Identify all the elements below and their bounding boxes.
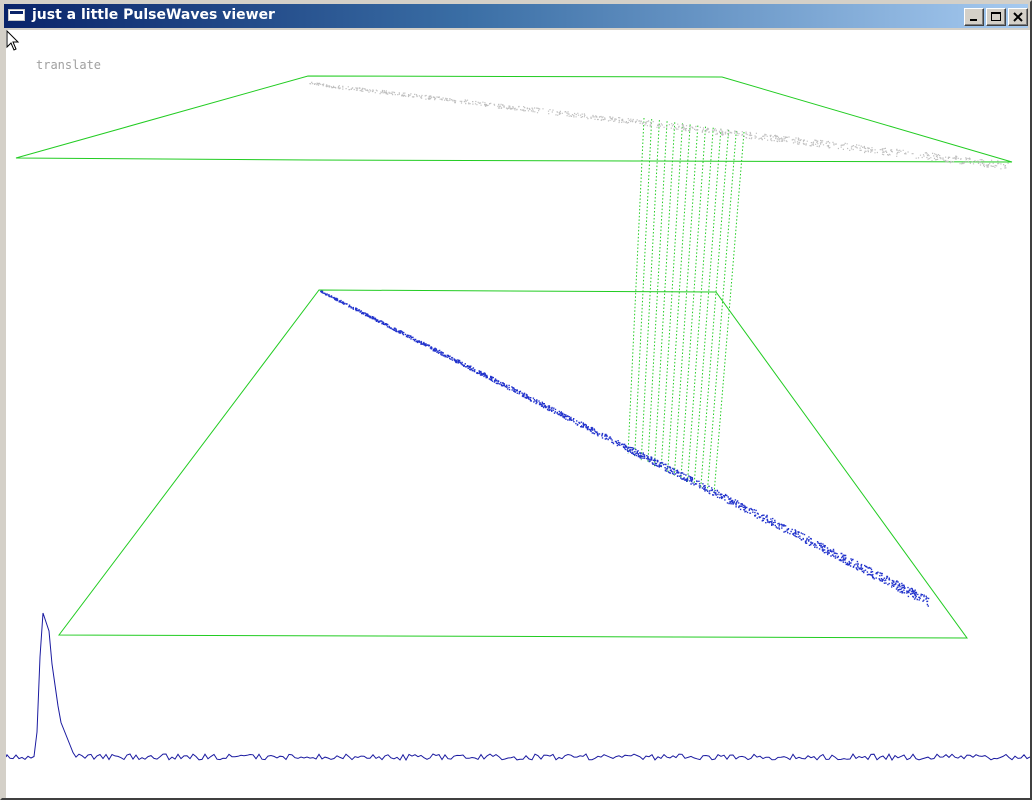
top-bounding-box [15, 75, 1013, 163]
pulse-line [706, 130, 737, 491]
bottom-box-outline [57, 289, 968, 639]
bottom-points [320, 290, 930, 607]
pulse-line [680, 126, 707, 479]
app-window: just a little PulseWaves viewer translat… [0, 0, 1032, 800]
title-bar[interactable]: just a little PulseWaves viewer [4, 4, 1028, 28]
pulse-line [627, 117, 645, 455]
pulse-line [634, 119, 653, 458]
minimize-icon [970, 19, 977, 21]
pulse-line [687, 127, 714, 482]
mouse-cursor-icon [6, 30, 20, 51]
maximize-button[interactable] [986, 8, 1006, 26]
top-point-cloud [309, 81, 1009, 170]
bottom-point-cloud [320, 290, 930, 607]
point-cloud-scene[interactable] [6, 30, 1030, 798]
pulse-line [673, 125, 699, 476]
pulse-line [713, 131, 745, 495]
minimize-button[interactable] [964, 8, 984, 26]
window-title: just a little PulseWaves viewer [32, 7, 275, 23]
viewer-canvas[interactable]: translate [6, 30, 1030, 798]
maximize-icon [991, 12, 1001, 21]
pulse-line [700, 129, 730, 488]
pulse-line [640, 120, 660, 461]
app-icon[interactable] [8, 9, 25, 21]
close-button[interactable] [1008, 8, 1028, 26]
close-icon [1013, 12, 1023, 22]
bottom-bounding-box [57, 289, 968, 639]
mode-label: translate [36, 58, 102, 72]
top-points [309, 81, 1009, 170]
pulse-line [693, 128, 722, 485]
top-box-outline [15, 75, 1013, 163]
